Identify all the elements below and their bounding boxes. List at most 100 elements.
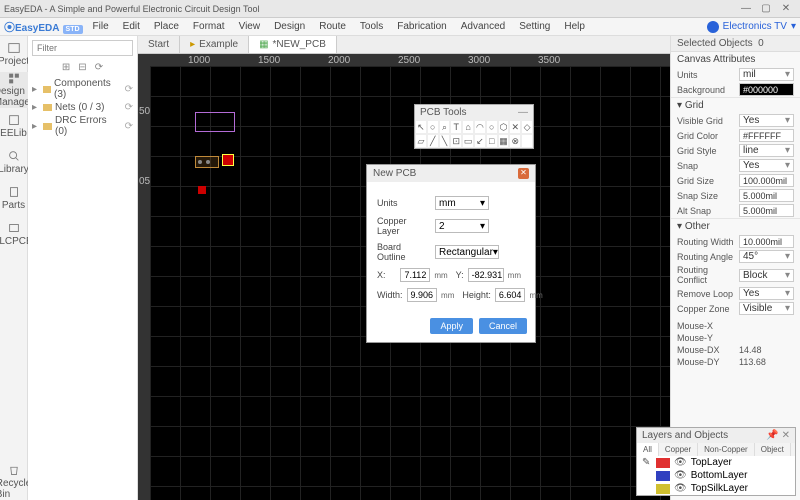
tree-expand-icon[interactable]: ⊞ — [62, 62, 70, 73]
pcb-tool-15[interactable]: ↙ — [474, 134, 486, 148]
component-pad[interactable] — [222, 154, 234, 166]
eye-icon[interactable]: 👁 — [674, 470, 687, 481]
menu-setting[interactable]: Setting — [513, 19, 556, 34]
layer-color-swatch[interactable] — [656, 484, 670, 494]
tree-refresh-icon[interactable]: ⟳ — [95, 62, 103, 73]
alt-snap-input[interactable]: 5.000mil — [739, 204, 794, 217]
cancel-button[interactable]: Cancel — [479, 318, 527, 334]
pcb-tools-panel[interactable]: PCB Tools— ↖○⌕T⌂◠○⬡✕◇▱╱╲⊡▭↙□▦⊗ — [414, 104, 534, 149]
sidebar-design-manager[interactable]: Design Manager — [0, 72, 28, 108]
pcb-tool-13[interactable]: ⊡ — [450, 134, 462, 148]
copper-zone-select[interactable]: Visible▾ — [739, 302, 794, 315]
layers-tab-object[interactable]: Object — [755, 443, 791, 456]
units-select[interactable]: mil▾ — [739, 68, 794, 81]
dialog-close-icon[interactable]: ✕ — [518, 168, 529, 179]
pcb-tool-19[interactable] — [521, 134, 533, 148]
pcb-tool-1[interactable]: ○ — [427, 120, 439, 134]
component-footprint[interactable] — [195, 156, 219, 168]
sidebar-parts[interactable]: Parts — [0, 180, 28, 216]
user-menu[interactable]: Electronics TV ▾ — [707, 21, 796, 33]
tree-drc-errors[interactable]: ▸DRC Errors (0)⟳ — [32, 114, 133, 138]
menu-tools[interactable]: Tools — [354, 19, 389, 34]
tree-components[interactable]: ▸Components (3)⟳ — [32, 77, 133, 101]
pcb-tool-10[interactable]: ▱ — [415, 134, 427, 148]
layers-pin-icon[interactable]: 📌 ✕ — [766, 430, 790, 441]
pcb-tools-minimize-icon[interactable]: — — [518, 107, 528, 118]
y-input[interactable]: -82.931 — [468, 268, 504, 282]
menu-route[interactable]: Route — [313, 19, 352, 34]
menu-place[interactable]: Place — [148, 19, 185, 34]
layers-tab-copper[interactable]: Copper — [659, 443, 698, 456]
routing-conflict-select[interactable]: Block▾ — [739, 269, 794, 282]
height-input[interactable]: 6.604 — [495, 288, 526, 302]
board-outline-select[interactable]: Rectangular▾ — [435, 245, 499, 259]
pcb-tool-16[interactable]: □ — [486, 134, 498, 148]
pcb-tool-17[interactable]: ▦ — [498, 134, 510, 148]
visible-grid-select[interactable]: Yes▾ — [739, 114, 794, 127]
sidebar-project[interactable]: Project — [0, 36, 28, 72]
board-outline-shape[interactable] — [195, 112, 235, 132]
layer-row[interactable]: ✎👁TopLayer — [637, 456, 795, 469]
menu-fabrication[interactable]: Fabrication — [391, 19, 452, 34]
layer-color-swatch[interactable] — [656, 471, 670, 481]
menu-design[interactable]: Design — [268, 19, 311, 34]
layer-row[interactable]: 👁BottomLayer — [637, 469, 795, 482]
pcb-tool-8[interactable]: ✕ — [509, 120, 521, 134]
sidebar-jlcpcb[interactable]: JLCPCB — [0, 216, 28, 252]
filter-input[interactable] — [32, 40, 133, 56]
grid-style-select[interactable]: line▾ — [739, 144, 794, 157]
selected-objects-label: Selected Objects — [677, 38, 753, 49]
pcb-tool-7[interactable]: ⬡ — [498, 120, 510, 134]
maximize-icon[interactable]: ▢ — [756, 3, 776, 14]
grid-size-input[interactable]: 100.000mil — [739, 174, 794, 187]
layer-row[interactable]: 👁TopSilkLayer — [637, 482, 795, 495]
units-select[interactable]: mm▾ — [435, 196, 489, 210]
pcb-tool-18[interactable]: ⊗ — [509, 134, 521, 148]
copper-layer-select[interactable]: 2▾ — [435, 219, 489, 233]
pcb-tool-11[interactable]: ╱ — [427, 134, 439, 148]
pcb-tool-0[interactable]: ↖ — [415, 120, 427, 134]
routing-angle-select[interactable]: 45°▾ — [739, 250, 794, 263]
component-pad[interactable] — [198, 186, 206, 194]
menu-format[interactable]: Format — [187, 19, 231, 34]
layer-color-swatch[interactable] — [656, 458, 670, 468]
remove-loop-select[interactable]: Yes▾ — [739, 287, 794, 300]
pcb-tool-9[interactable]: ◇ — [521, 120, 533, 134]
tab-start[interactable]: Start — [138, 36, 180, 53]
minimize-icon[interactable]: — — [736, 3, 756, 14]
snap-select[interactable]: Yes▾ — [739, 159, 794, 172]
eye-icon[interactable]: 👁 — [674, 457, 687, 468]
eye-icon[interactable]: 👁 — [674, 483, 687, 494]
snap-size-input[interactable]: 5.000mil — [739, 189, 794, 202]
sidebar-eelib[interactable]: EELib — [0, 108, 28, 144]
pcb-tool-4[interactable]: ⌂ — [462, 120, 474, 134]
tree-collapse-icon[interactable]: ⊟ — [78, 62, 86, 73]
sidebar-library[interactable]: Library — [0, 144, 28, 180]
width-input[interactable]: 9.906 — [407, 288, 438, 302]
pcb-tool-12[interactable]: ╲ — [439, 134, 451, 148]
pcb-tool-5[interactable]: ◠ — [474, 120, 486, 134]
tree-nets[interactable]: ▸Nets (0 / 3)⟳ — [32, 101, 133, 114]
pcb-tool-14[interactable]: ▭ — [462, 134, 474, 148]
menu-help[interactable]: Help — [558, 19, 591, 34]
pcb-tool-3[interactable]: T — [450, 120, 462, 134]
apply-button[interactable]: Apply — [430, 318, 473, 334]
layers-tab-noncopper[interactable]: Non-Copper — [698, 443, 755, 456]
menu-advanced[interactable]: Advanced — [455, 19, 511, 34]
menu-file[interactable]: File — [87, 19, 115, 34]
pcb-tool-6[interactable]: ○ — [486, 120, 498, 134]
sidebar-recycle-bin[interactable]: Recycle Bin — [0, 464, 28, 500]
x-input[interactable]: 7.112 — [400, 268, 430, 282]
grid-color-input[interactable]: #FFFFFF — [739, 129, 794, 142]
close-icon[interactable]: ✕ — [776, 3, 796, 14]
menu-edit[interactable]: Edit — [117, 19, 146, 34]
pencil-icon[interactable]: ✎ — [642, 457, 652, 468]
layers-tab-all[interactable]: All — [637, 443, 659, 456]
tab-example[interactable]: ▸Example — [180, 36, 249, 53]
menu-view[interactable]: View — [233, 19, 267, 34]
pcb-tool-2[interactable]: ⌕ — [439, 120, 451, 134]
routing-width-input[interactable]: 10.000mil — [739, 235, 794, 248]
tab-new-pcb[interactable]: ▦*NEW_PCB — [249, 36, 337, 53]
background-color-input[interactable]: #000000 — [739, 83, 794, 96]
layers-panel[interactable]: Layers and Objects📌 ✕ All Copper Non-Cop… — [636, 427, 796, 496]
